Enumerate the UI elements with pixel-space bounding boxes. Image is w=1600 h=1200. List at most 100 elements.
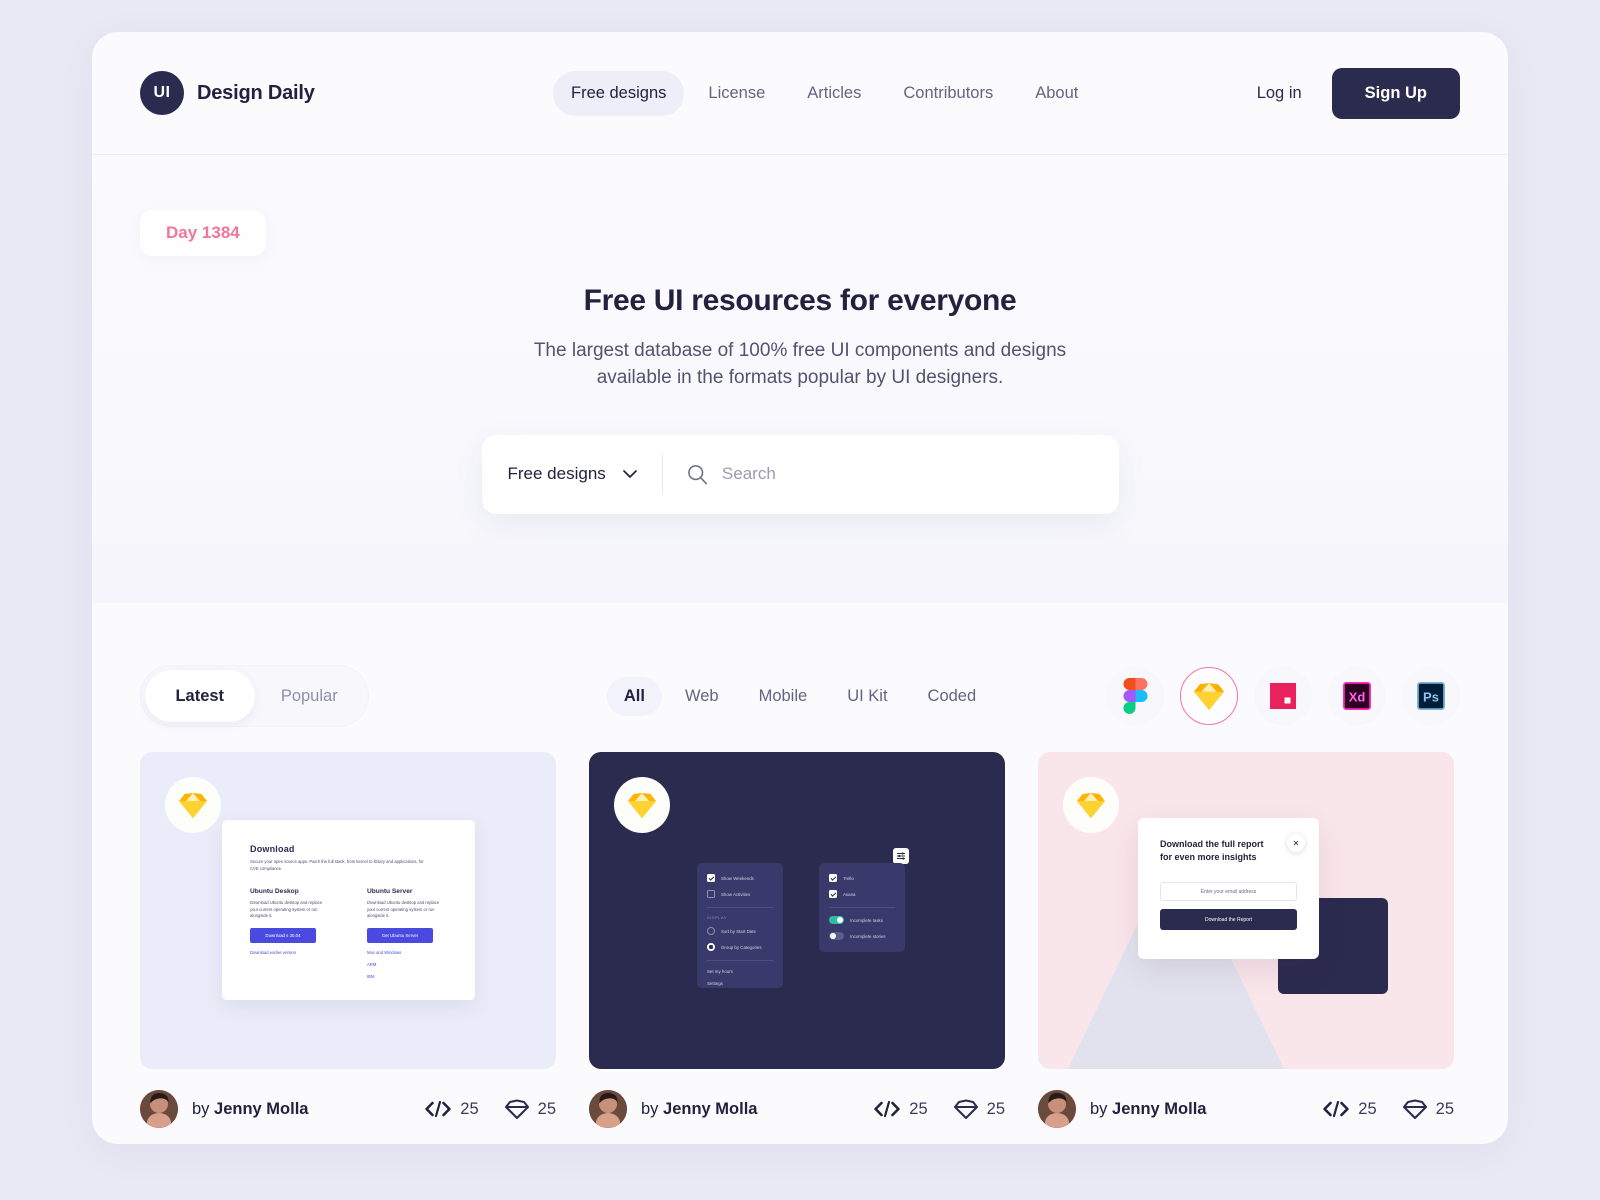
menu-item[interactable]: Settings	[707, 981, 773, 986]
download-stat[interactable]: 25	[504, 1099, 556, 1119]
code-stat[interactable]: 25	[425, 1099, 479, 1119]
nav-item-about[interactable]: About	[1017, 71, 1096, 116]
toggle-label: Incomplete stories	[850, 933, 886, 939]
sort-toggle: Latest Popular	[140, 665, 369, 727]
search-input[interactable]	[721, 434, 1119, 514]
mock-link: Mac and Windows	[367, 949, 402, 955]
card-byline: by Jenny Molla	[192, 1100, 308, 1119]
checkbox-row[interactable]: Show Activities	[707, 890, 773, 898]
radio-label: Group by Categories	[721, 944, 762, 950]
code-count: 25	[460, 1099, 479, 1118]
adobe-xd-icon: Xd	[1343, 682, 1371, 710]
checkbox-row[interactable]: Trello	[829, 874, 895, 882]
main-nav: Free designs License Articles Contributo…	[553, 70, 1096, 116]
category-mobile[interactable]: Mobile	[742, 677, 825, 716]
app-window: UI Design Daily Free designs License Art…	[92, 32, 1508, 1144]
card-preview-settings[interactable]: Show Weekends Show Activities DISPLAY So…	[589, 752, 1005, 1069]
filter-adobe-xd[interactable]: Xd	[1328, 667, 1386, 725]
category-coded[interactable]: Coded	[911, 677, 994, 716]
menu-item[interactable]: Set my hours	[707, 969, 773, 974]
checkbox-icon	[829, 890, 837, 898]
sort-option-popular[interactable]: Popular	[255, 670, 365, 722]
email-field[interactable]: Enter your email address	[1160, 882, 1297, 902]
code-count: 25	[909, 1099, 928, 1118]
report-modal: Download the full report for even more i…	[1138, 818, 1319, 959]
mock-column-title: Ubuntu Deskop	[250, 888, 299, 895]
code-stat[interactable]: 25	[874, 1099, 928, 1119]
mock-link: IBM	[367, 973, 375, 979]
filter-photoshop[interactable]: Ps	[1402, 667, 1460, 725]
code-stat[interactable]: 25	[1323, 1099, 1377, 1119]
nav-item-free-designs[interactable]: Free designs	[553, 70, 685, 116]
checkbox-row[interactable]: Asana	[829, 890, 895, 898]
toggle-switch[interactable]	[829, 932, 844, 940]
filter-sketch[interactable]	[1180, 667, 1238, 725]
filter-figma[interactable]	[1106, 667, 1164, 725]
code-icon	[1323, 1101, 1349, 1117]
sketch-icon	[614, 777, 670, 833]
card-footer: by Jenny Molla 25 25	[589, 1089, 1005, 1129]
close-icon[interactable]: ✕	[1287, 834, 1305, 852]
author-name: Jenny Molla	[1112, 1099, 1207, 1118]
resource-card[interactable]: Show Weekends Show Activities DISPLAY So…	[589, 752, 1005, 1129]
resource-card[interactable]: Download the full report for even more i…	[1038, 752, 1454, 1129]
settings-menu-left: Show Weekends Show Activities DISPLAY So…	[697, 863, 783, 988]
search-bar: Free designs	[481, 434, 1119, 514]
toggle-switch[interactable]	[829, 916, 844, 924]
category-ui-kit[interactable]: UI Kit	[830, 677, 904, 716]
day-badge: Day 1384	[140, 210, 266, 256]
download-count: 25	[1435, 1099, 1454, 1118]
avatar-image	[589, 1090, 627, 1128]
card-preview-ubuntu[interactable]: Download Secure your open source apps. P…	[140, 752, 556, 1069]
download-report-button[interactable]: Download the Report	[1160, 909, 1297, 931]
checkbox-icon	[707, 874, 715, 882]
card-preview-report-modal[interactable]: Download the full report for even more i…	[1038, 752, 1454, 1069]
ubuntu-download-mock: Download Secure your open source apps. P…	[222, 820, 475, 1000]
page-title: Free UI resources for everyone	[583, 284, 1017, 317]
download-stat[interactable]: 25	[953, 1099, 1005, 1119]
settings-menu-right: Trello Asana Incomplete tasks Incomplete…	[819, 863, 905, 952]
search-field-wrap	[663, 434, 1119, 514]
card-stats: 25 25	[874, 1099, 1005, 1119]
avatar-image	[140, 1090, 178, 1128]
category-all[interactable]: All	[606, 676, 662, 716]
nav-item-contributors[interactable]: Contributors	[885, 71, 1011, 116]
mock-column-text: Download Ubuntu desktop and replace your…	[250, 900, 323, 918]
author-name: Jenny Molla	[663, 1099, 758, 1118]
signup-button[interactable]: Sign Up	[1331, 67, 1460, 119]
byline-prefix: by	[641, 1099, 659, 1118]
code-count: 25	[1358, 1099, 1377, 1118]
card-footer: by Jenny Molla 25 25	[140, 1089, 556, 1129]
hero-section: Day 1384 Free UI resources for everyone …	[92, 155, 1508, 603]
sketch-download-icon	[1402, 1099, 1427, 1119]
format-filters: Xd Ps	[1106, 667, 1460, 725]
code-icon	[425, 1101, 451, 1117]
section-caption: DISPLAY	[707, 916, 727, 920]
download-stat[interactable]: 25	[1402, 1099, 1454, 1119]
card-byline: by Jenny Molla	[641, 1100, 757, 1119]
invision-icon	[1270, 683, 1296, 709]
nav-item-license[interactable]: License	[690, 71, 783, 116]
mock-column-desktop: Ubuntu Deskop Download Ubuntu desktop an…	[250, 888, 330, 979]
mock-columns: Ubuntu Deskop Download Ubuntu desktop an…	[250, 888, 447, 979]
avatar	[589, 1090, 627, 1128]
brand[interactable]: UI Design Daily	[140, 71, 315, 115]
sort-option-latest[interactable]: Latest	[145, 670, 255, 722]
sliders-icon	[893, 848, 909, 864]
byline-prefix: by	[192, 1099, 210, 1118]
filter-invision[interactable]	[1254, 667, 1312, 725]
category-web[interactable]: Web	[668, 677, 736, 716]
checkbox-row[interactable]: Show Weekends	[707, 874, 773, 882]
toggle-row[interactable]: Incomplete tasks	[829, 916, 895, 924]
chevron-down-icon	[622, 470, 637, 479]
radio-row[interactable]: Sort by Start Date	[707, 927, 773, 935]
brand-name: Design Daily	[197, 81, 315, 104]
resource-card[interactable]: Download Secure your open source apps. P…	[140, 752, 556, 1129]
toggle-row[interactable]: Incomplete stories	[829, 932, 895, 940]
login-link[interactable]: Log in	[1257, 84, 1302, 103]
radio-row[interactable]: Group by Categories	[707, 943, 773, 951]
radio-icon	[707, 943, 715, 951]
nav-item-articles[interactable]: Articles	[789, 71, 879, 116]
mock-link: Download earlier version	[250, 949, 297, 955]
search-category-select[interactable]: Free designs	[482, 435, 662, 514]
